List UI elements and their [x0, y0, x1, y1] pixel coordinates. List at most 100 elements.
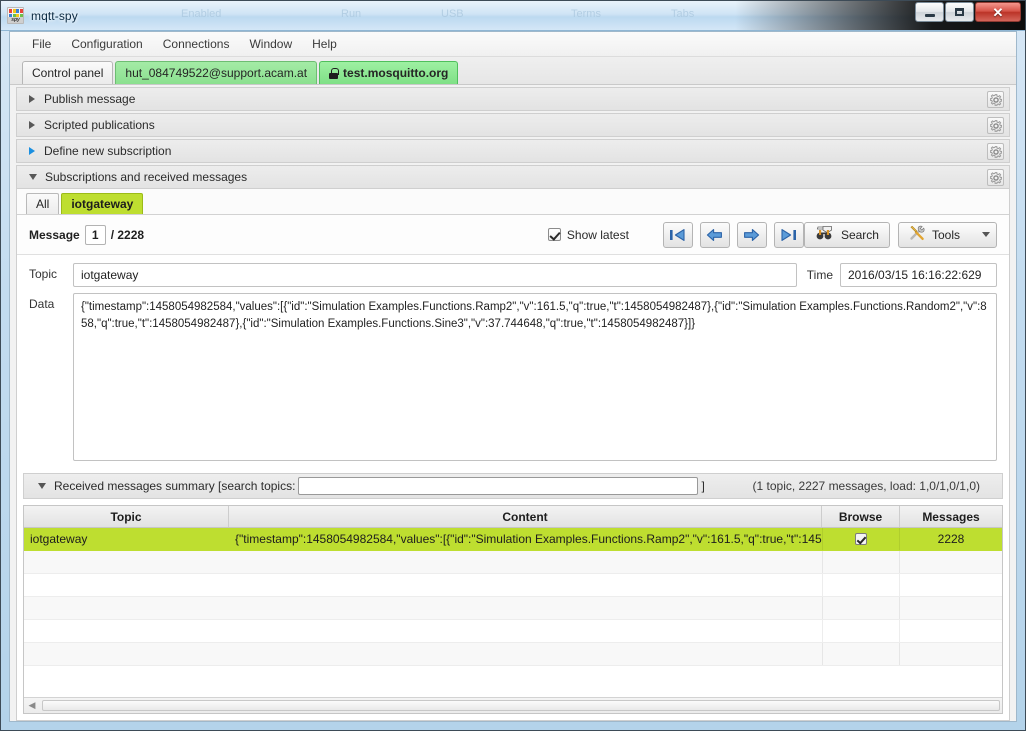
tab-hut-support-acam-at-label: hut_084749522@support.acam.at: [125, 66, 308, 80]
cell-topic: [24, 551, 229, 573]
subscription-tab-all[interactable]: All: [26, 193, 60, 214]
table-horizontal-scrollbar[interactable]: ◀: [24, 697, 1002, 713]
tab-test-mosquitto-org-label: test.mosquitto.org: [343, 66, 449, 80]
show-latest-checkbox[interactable]: Show latest: [547, 227, 629, 242]
table-row[interactable]: iotgateway {"timestamp":1458054982584,"v…: [24, 528, 1002, 551]
tab-test-mosquitto-org[interactable]: test.mosquitto.org: [319, 61, 459, 84]
cell-browse: [822, 551, 900, 573]
accordion-define-new-subscription[interactable]: Define new subscription: [16, 139, 1010, 163]
connection-tab-bar: Control panel hut_084749522@support.acam…: [10, 57, 1016, 85]
cell-content: [229, 551, 822, 573]
menu-configuration[interactable]: Configuration: [61, 34, 152, 54]
cell-messages: [900, 597, 1002, 619]
show-latest-label: Show latest: [566, 227, 629, 242]
accordion-subscriptions-and-received-messages[interactable]: Subscriptions and received messages: [16, 165, 1010, 189]
tools-button-label: Tools: [931, 227, 960, 242]
table-header-messages[interactable]: Messages: [900, 506, 1002, 527]
menu-help[interactable]: Help: [302, 34, 347, 54]
table-row[interactable]: [24, 574, 1002, 597]
message-navigation-bar: Message 1 / 2228 Show latest Search Tool…: [17, 215, 1009, 255]
cell-content: [229, 574, 822, 596]
topic-label: Topic: [29, 267, 58, 281]
accordion-publish-message-label: Publish message: [44, 92, 136, 106]
gear-icon[interactable]: [987, 169, 1004, 186]
cell-messages: [900, 643, 1002, 665]
ghost-word-0: Enabled: [181, 8, 222, 20]
accordion-define-new-subscription-label: Define new subscription: [44, 144, 172, 158]
accordion-subscriptions-label: Subscriptions and received messages: [45, 170, 248, 184]
cell-messages: [900, 574, 1002, 596]
subscription-tab-bar: All iotgateway: [17, 189, 1009, 215]
accordion-panels: Publish message Scripted publications De…: [10, 85, 1016, 189]
topic-input[interactable]: iotgateway: [73, 263, 797, 287]
message-label: Message: [29, 227, 80, 242]
cell-topic: iotgateway: [30, 532, 88, 546]
table-header-row: Topic Content Browse Messages: [24, 506, 1002, 528]
last-message-button[interactable]: [773, 221, 804, 248]
menu-window[interactable]: Window: [239, 34, 302, 54]
cell-browse: [822, 597, 900, 619]
cell-content: [229, 643, 822, 665]
maximize-button[interactable]: [945, 2, 974, 22]
table-row[interactable]: [24, 597, 1002, 620]
table-row[interactable]: [24, 620, 1002, 643]
cell-topic: [24, 620, 229, 642]
cell-content: [229, 597, 822, 619]
summary-stats: (1 topic, 2227 messages, load: 1,0/1,0/1…: [752, 479, 980, 493]
cell-content: {"timestamp":1458054982584,"values":[{"i…: [235, 532, 822, 546]
data-label: Data: [29, 297, 55, 311]
topic-row: Topic iotgateway Time 2016/03/15 16:16:2…: [29, 263, 997, 287]
table-header-topic[interactable]: Topic: [24, 506, 229, 527]
message-detail-fields: Topic iotgateway Time 2016/03/15 16:16:2…: [17, 255, 1009, 467]
menu-file[interactable]: File: [22, 34, 61, 54]
binoculars-icon: [815, 225, 835, 244]
background-ghost-text: Enabled Run USB Terms Tabs: [1, 1, 1025, 31]
table-row[interactable]: [24, 551, 1002, 574]
time-input[interactable]: 2016/03/15 16:16:22:629: [840, 263, 997, 287]
chevron-down-icon: [38, 483, 46, 489]
search-topics-input[interactable]: [298, 477, 699, 495]
close-button[interactable]: ✕: [975, 2, 1021, 22]
menu-connections[interactable]: Connections: [153, 34, 240, 54]
accordion-publish-message[interactable]: Publish message: [16, 87, 1010, 111]
table-header-content[interactable]: Content: [229, 506, 822, 527]
message-total-label: / 2228: [110, 227, 145, 242]
client-area: File Configuration Connections Window He…: [9, 31, 1017, 722]
next-message-button[interactable]: [736, 221, 767, 248]
subscription-tab-all-label: All: [36, 197, 50, 211]
cell-browse: [822, 620, 900, 642]
tab-hut-support-acam-at[interactable]: hut_084749522@support.acam.at: [115, 61, 318, 84]
received-messages-summary-header[interactable]: Received messages summary [search topics…: [23, 473, 1003, 499]
received-messages-table: Topic Content Browse Messages iotgateway…: [23, 505, 1003, 714]
tools-button[interactable]: Tools: [897, 221, 997, 248]
first-message-button[interactable]: [662, 221, 693, 248]
gear-icon[interactable]: [987, 117, 1004, 134]
scrollbar-thumb[interactable]: [42, 700, 1000, 711]
subscriptions-panel: All iotgateway Message 1 / 2228 Show lat…: [16, 189, 1010, 721]
data-row: Data {"timestamp":1458054982584,"values"…: [29, 293, 997, 461]
chevron-right-icon: [29, 121, 35, 129]
scroll-left-arrow-icon[interactable]: ◀: [24, 700, 40, 711]
data-textarea[interactable]: {"timestamp":1458054982584,"values":[{"i…: [73, 293, 997, 461]
ghost-word-2: USB: [441, 8, 464, 20]
previous-message-button[interactable]: [699, 221, 730, 248]
browse-checkbox-icon[interactable]: [855, 533, 867, 545]
minimize-button[interactable]: [915, 2, 944, 22]
gear-icon[interactable]: [987, 143, 1004, 160]
table-header-browse[interactable]: Browse: [822, 506, 900, 527]
table-row[interactable]: [24, 643, 1002, 666]
message-index-input[interactable]: 1: [84, 224, 106, 245]
application-window: Enabled Run USB Terms Tabs spy mqtt-spy …: [0, 0, 1026, 731]
cell-messages: 2228: [937, 532, 965, 546]
summary-close-bracket: ]: [701, 479, 705, 493]
cell-browse[interactable]: [822, 528, 900, 550]
gear-icon[interactable]: [987, 91, 1004, 108]
title-bar[interactable]: Enabled Run USB Terms Tabs spy mqtt-spy …: [1, 1, 1025, 31]
subscription-tab-iotgateway[interactable]: iotgateway: [61, 193, 144, 214]
tab-control-panel[interactable]: Control panel: [22, 61, 114, 84]
chevron-down-icon: [29, 174, 37, 180]
search-button[interactable]: Search: [803, 221, 890, 248]
tools-icon: [909, 225, 926, 244]
accordion-scripted-publications[interactable]: Scripted publications: [16, 113, 1010, 137]
chevron-down-icon: [982, 232, 990, 237]
